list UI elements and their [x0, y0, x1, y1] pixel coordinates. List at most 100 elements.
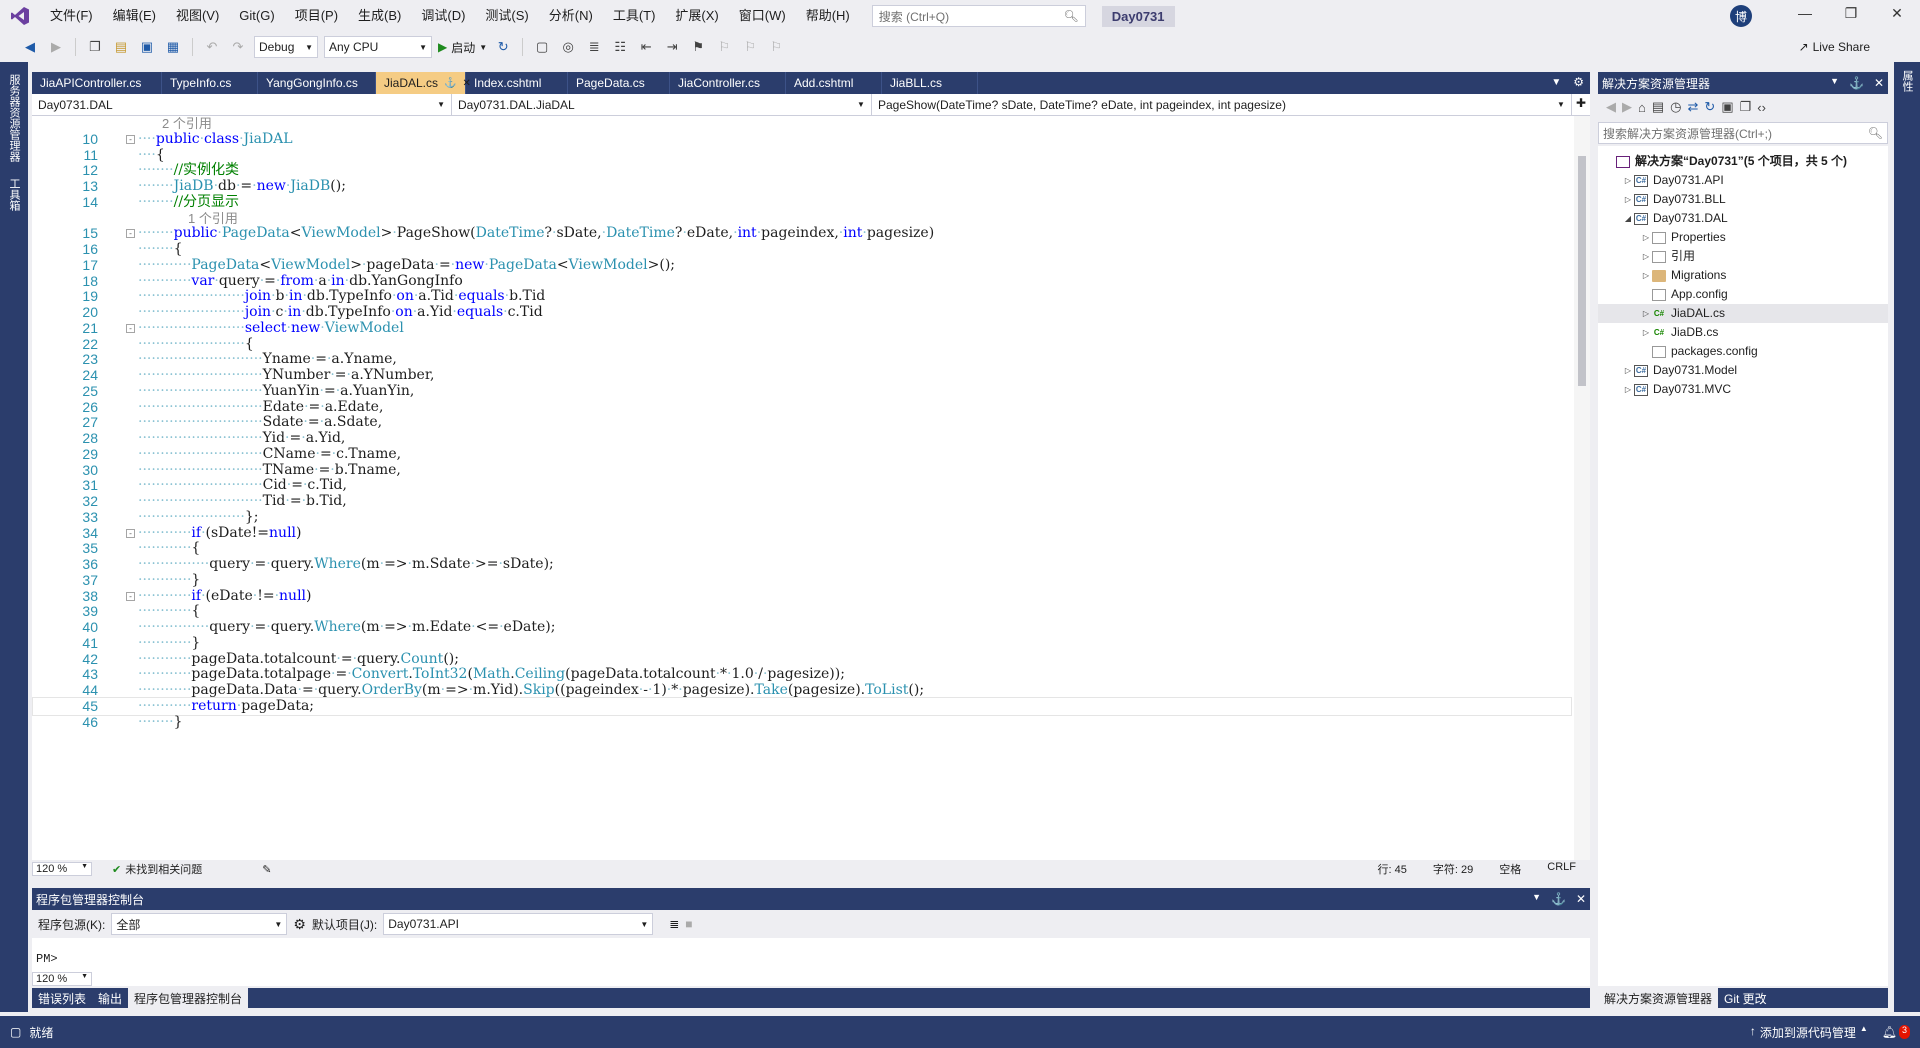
close-button[interactable]: ✕: [1874, 5, 1920, 27]
console-zoom-select[interactable]: 120 % ▼: [32, 972, 92, 986]
solution-tree-item[interactable]: App.config: [1598, 285, 1888, 304]
save-all-icon[interactable]: ▦: [163, 37, 183, 57]
show-all-files-icon[interactable]: ❐: [1740, 99, 1752, 115]
solution-tree-item[interactable]: ▷ Properties: [1598, 228, 1888, 247]
fold-toggle-icon[interactable]: -: [126, 323, 135, 333]
live-share-button[interactable]: ↗ Live Share: [1799, 40, 1870, 54]
back-icon[interactable]: ◀: [1606, 99, 1616, 115]
scrollbar-thumb[interactable]: [1578, 156, 1586, 386]
zoom-select[interactable]: 120 % ▼: [32, 862, 92, 876]
collapsed-arrow-icon[interactable]: ▷: [1640, 323, 1652, 342]
whitespace-mode[interactable]: 空格: [1499, 861, 1521, 877]
fold-toggle-icon[interactable]: -: [126, 134, 135, 144]
solution-tree-item[interactable]: packages.config: [1598, 342, 1888, 361]
undo-icon[interactable]: ↶: [202, 37, 222, 57]
collapsed-arrow-icon[interactable]: ▷: [1622, 190, 1634, 209]
collapsed-arrow-icon[interactable]: ▷: [1622, 361, 1634, 380]
code-view-icon[interactable]: ‹›: [1757, 100, 1766, 115]
browser-icon[interactable]: ▢: [532, 37, 552, 57]
forward-icon[interactable]: ▶: [46, 37, 66, 57]
solution-tree-item[interactable]: ◢ C# Day0731.DAL: [1598, 209, 1888, 228]
member-dropdown[interactable]: PageShow(DateTime? sDate, DateTime? eDat…: [872, 94, 1572, 115]
menu-item[interactable]: 视图(V): [166, 0, 229, 32]
server-explorer-tab[interactable]: 服务器资源管理器: [6, 70, 22, 166]
minimize-button[interactable]: —: [1782, 5, 1828, 27]
switch-views-icon[interactable]: ▤: [1652, 99, 1664, 115]
tab-overflow-icon[interactable]: ▼: [1545, 72, 1567, 94]
align-icon[interactable]: ≣: [584, 37, 604, 57]
config-select[interactable]: Debug ▼: [254, 36, 318, 58]
document-tab[interactable]: Add.cshtml: [786, 72, 882, 94]
solution-tree-item[interactable]: 解决方案“Day0731”(5 个项目，共 5 个): [1598, 152, 1888, 171]
screenshot-icon[interactable]: ◎: [558, 37, 578, 57]
pin-icon[interactable]: ⚓: [444, 78, 456, 89]
search-box[interactable]: 搜索 (Ctrl+Q) 🔍︎: [871, 5, 1086, 27]
document-tab[interactable]: JiaBLL.cs: [882, 72, 978, 94]
refresh-icon[interactable]: ↻: [1704, 99, 1715, 115]
back-icon[interactable]: ◀: [20, 37, 40, 57]
solution-explorer-bottom-tab[interactable]: 解决方案资源管理器: [1598, 988, 1719, 1008]
close-icon[interactable]: ✕: [1576, 892, 1586, 906]
default-project-select[interactable]: Day0731.API ▼: [383, 913, 654, 935]
menu-item[interactable]: 项目(P): [285, 0, 348, 32]
clear-console-icon[interactable]: ≣: [669, 917, 679, 931]
maximize-button[interactable]: ❐: [1828, 5, 1874, 27]
menu-item[interactable]: 扩展(X): [665, 0, 728, 32]
solution-tree-item[interactable]: ▷ C# Day0731.Model: [1598, 361, 1888, 380]
collapsed-arrow-icon[interactable]: ▷: [1640, 228, 1652, 247]
menu-item[interactable]: 文件(F): [40, 0, 103, 32]
properties-tab[interactable]: 属性: [1899, 70, 1915, 92]
platform-select[interactable]: Any CPU ▼: [324, 36, 432, 58]
bottom-panel-tab[interactable]: 错误列表: [32, 988, 92, 1008]
bookmark-clear-icon[interactable]: ⚐: [766, 37, 786, 57]
fold-toggle-icon[interactable]: -: [126, 591, 135, 601]
menu-item[interactable]: 分析(N): [539, 0, 603, 32]
fold-toggle-icon[interactable]: -: [126, 528, 135, 538]
open-folder-icon[interactable]: ▤: [111, 37, 131, 57]
document-tab[interactable]: TypeInfo.cs: [162, 72, 258, 94]
stop-icon[interactable]: ■: [685, 917, 692, 931]
code-editor[interactable]: 2 个引用 10- ····public·class·JiaDAL 11 ····{12…: [32, 116, 1590, 860]
save-icon[interactable]: ▣: [137, 37, 157, 57]
layout-icon[interactable]: ☷: [610, 37, 630, 57]
redo-icon[interactable]: ↷: [228, 37, 248, 57]
collapsed-arrow-icon[interactable]: ▷: [1640, 304, 1652, 323]
chevron-down-icon[interactable]: ▼: [1532, 892, 1541, 906]
chevron-down-icon[interactable]: ▼: [1830, 76, 1839, 90]
pin-icon[interactable]: ⚓: [1551, 892, 1566, 906]
collapsed-arrow-icon[interactable]: ▷: [1640, 266, 1652, 285]
solution-tree-item[interactable]: ▷ C# Day0731.API: [1598, 171, 1888, 190]
solution-tree-item[interactable]: ▷ C# Day0731.MVC: [1598, 380, 1888, 399]
issues-status[interactable]: 未找到相关问题: [125, 861, 202, 877]
menu-item[interactable]: Git(G): [229, 0, 284, 32]
menu-item[interactable]: 测试(S): [475, 0, 538, 32]
indent-icon[interactable]: ⇥: [662, 37, 682, 57]
refresh-icon[interactable]: ↻: [493, 37, 513, 57]
split-editor-icon[interactable]: ✚: [1572, 94, 1590, 115]
pending-changes-icon[interactable]: ◷: [1670, 99, 1681, 115]
solution-explorer-bottom-tab[interactable]: Git 更改: [1718, 988, 1773, 1008]
toolbox-tab[interactable]: 工具箱: [6, 174, 22, 215]
code-line[interactable]: 46 ········}: [32, 713, 1572, 732]
document-tab[interactable]: JiaAPIController.cs: [32, 72, 162, 94]
document-tab[interactable]: Index.cshtml: [466, 72, 568, 94]
sync-icon[interactable]: ⇄: [1688, 99, 1699, 115]
solution-search-box[interactable]: 搜索解决方案资源管理器(Ctrl+;) 🔍︎: [1598, 122, 1888, 144]
solution-tree-item[interactable]: ▷ C# JiaDB.cs: [1598, 323, 1888, 342]
pin-icon[interactable]: ⚓: [1849, 76, 1864, 90]
settings-icon[interactable]: ⚙: [1567, 72, 1590, 94]
avatar[interactable]: 博: [1730, 5, 1752, 27]
bookmark-prev-icon[interactable]: ⚐: [714, 37, 734, 57]
vertical-scrollbar[interactable]: [1574, 116, 1590, 860]
class-dropdown[interactable]: Day0731.DAL.JiaDAL ▼: [452, 94, 872, 115]
solution-tree-item[interactable]: ▷ Migrations: [1598, 266, 1888, 285]
gear-icon[interactable]: ⚙: [293, 916, 306, 933]
menu-item[interactable]: 调试(D): [411, 0, 475, 32]
solution-tree-item[interactable]: ▷ C# JiaDAL.cs: [1598, 304, 1888, 323]
bookmark-icon[interactable]: ⚑: [688, 37, 708, 57]
new-project-icon[interactable]: ❐: [85, 37, 105, 57]
package-manager-console[interactable]: PM>: [32, 938, 1590, 986]
home-icon[interactable]: ⌂: [1638, 100, 1646, 115]
outdent-icon[interactable]: ⇤: [636, 37, 656, 57]
solution-tree-item[interactable]: ▷ C# Day0731.BLL: [1598, 190, 1888, 209]
